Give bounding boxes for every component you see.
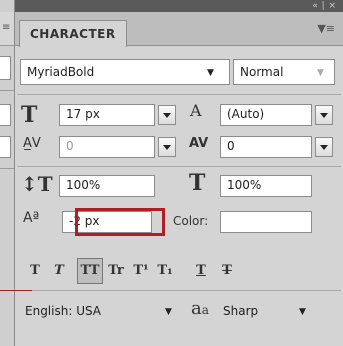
horizontal-scale-field[interactable]: 100% [220,175,312,197]
kerning-field[interactable]: 0 [59,136,155,158]
font-family-dropdown[interactable]: MyriadBold [20,59,230,85]
panel-title-bar: « | × [15,0,343,12]
tracking-value: 0 [227,139,235,153]
adjacent-field[interactable] [0,104,11,126]
vertical-scale-value: 100% [66,178,101,192]
strikethrough-button[interactable]: T [217,258,237,284]
font-size-dropdown-button[interactable] [158,105,176,125]
chevron-down-icon[interactable]: ▼ [165,307,172,317]
anti-alias-icon-sub: a [201,303,209,317]
all-caps-button[interactable]: TT [77,258,103,284]
horizontal-scale-icon: T [189,170,206,196]
adjacent-panel-edge: ≡ [0,0,14,346]
font-size-field[interactable]: 17 px [59,104,155,126]
horizontal-scale-value: 100% [227,178,262,192]
adjacent-divider [0,90,14,91]
language-value: English: USA [25,304,102,318]
language-dropdown[interactable]: English: USA [20,298,180,324]
faux-italic-button[interactable]: T [49,258,69,284]
adjacent-field[interactable] [0,136,11,158]
color-label: Color: [173,214,209,228]
leading-value: (Auto) [227,107,265,121]
leading-dropdown-button[interactable] [315,105,333,125]
chevron-down-icon[interactable]: ▼ [317,68,324,78]
adjacent-divider [0,168,14,169]
kerning-value: 0 [66,139,74,153]
font-size-value: 17 px [66,107,100,121]
tracking-dropdown-button[interactable] [315,137,333,157]
font-size-icon: 𝐓 [21,102,38,128]
callout-line [0,290,32,291]
collapse-close-controls[interactable]: « | × [312,0,337,12]
font-family-value: MyriadBold [27,65,95,79]
divider [17,166,341,167]
tab-character[interactable]: CHARACTER [19,20,127,47]
tab-row: CHARACTER ▼≡ [15,12,343,47]
anti-alias-icon: aa [191,300,209,318]
kerning-icon: A̲V [23,136,41,151]
anti-alias-value: Sharp [223,304,259,318]
divider [17,94,341,95]
adjacent-field[interactable] [0,56,11,80]
baseline-shift-icon: Aª [23,210,40,226]
leading-field[interactable]: (Auto) [220,104,312,126]
anti-alias-icon-letter: a [191,298,202,319]
adjacent-panel-menu-icon[interactable]: ≡ [2,22,10,33]
character-panel: « | × CHARACTER ▼≡ MyriadBold ▼ Normal ▼… [14,0,343,346]
small-caps-button[interactable]: Tr [105,258,127,284]
underline-button[interactable]: T [191,258,211,284]
panel-menu-icon[interactable]: ▼≡ [317,23,335,35]
vertical-scale-field[interactable]: 100% [59,175,155,197]
tracking-field[interactable]: 0 [220,136,312,158]
tracking-icon: AV [189,136,209,151]
divider [17,290,341,291]
subscript-button[interactable]: T₁ [155,258,175,284]
highlight-box [75,208,165,236]
kerning-dropdown-button[interactable] [158,137,176,157]
chevron-down-icon[interactable]: ▼ [299,307,306,317]
leading-icon: A [190,101,202,120]
chevron-down-icon[interactable]: ▼ [207,68,214,78]
vertical-scale-icon: ↕T [21,172,53,196]
superscript-button[interactable]: T¹ [131,258,151,284]
color-swatch[interactable] [220,211,312,233]
font-style-value: Normal [240,65,284,79]
faux-bold-button[interactable]: T [25,258,45,284]
